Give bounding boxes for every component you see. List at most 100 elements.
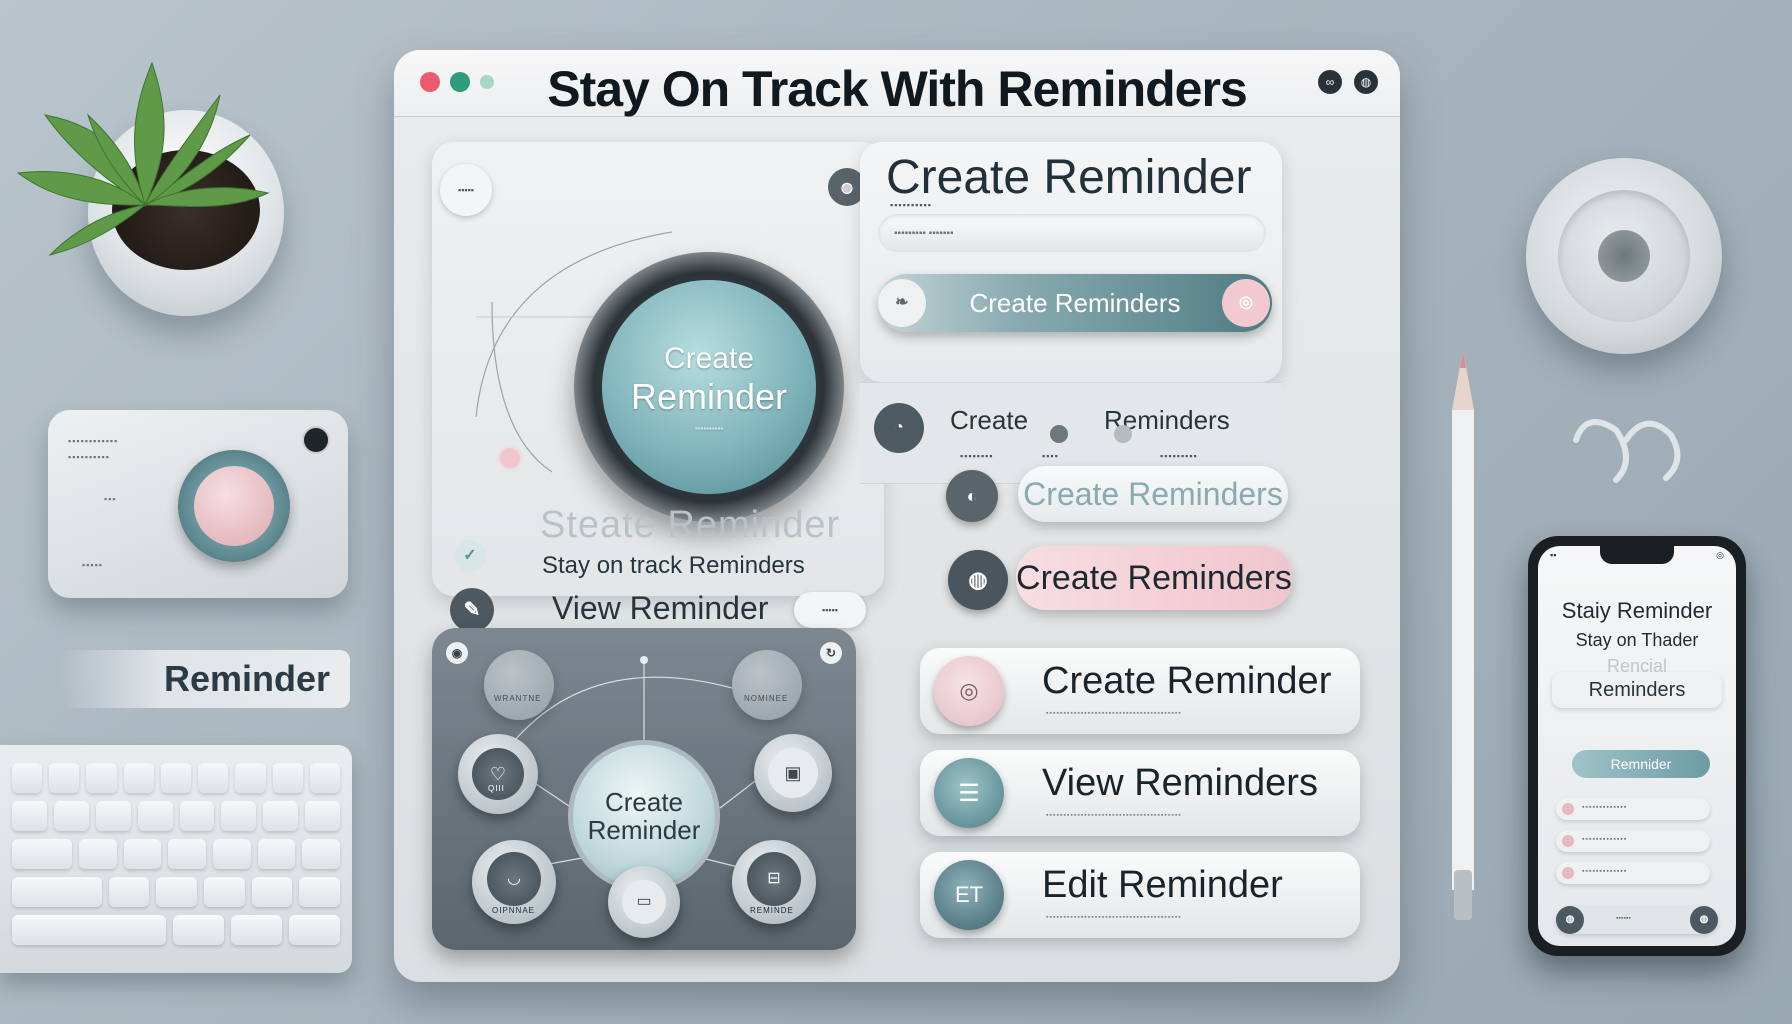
phone-left-icon[interactable]: ◍ <box>1556 906 1584 934</box>
earphones <box>1573 419 1681 483</box>
pencil-icon[interactable]: ✎ <box>450 588 494 632</box>
list-button-sub: ▪▪▪▪▪▪▪▪▪▪▪▪▪▪▪▪▪▪▪▪▪▪▪▪▪▪▪▪▪▪▪▪▪▪▪▪▪▪▪ <box>1046 710 1182 717</box>
key <box>123 839 162 869</box>
message-node[interactable]: ▭ <box>608 866 680 938</box>
key <box>213 839 251 869</box>
phone-status-left: ▪▪ <box>1550 550 1557 560</box>
key <box>12 915 166 945</box>
row-text: ▪▪▪▪▪▪▪▪▪▪▪▪▪ <box>1582 868 1628 875</box>
create-reminders-pill-pink[interactable]: Create Reminders <box>1016 546 1292 610</box>
refresh-icon[interactable]: ↻ <box>820 642 842 664</box>
smartphone: ▪▪ ◎ Staiy Reminder Stay on Thader Renci… <box>1528 536 1746 956</box>
list-button-sub: ▪▪▪▪▪▪▪▪▪▪▪▪▪▪▪▪▪▪▪▪▪▪▪▪▪▪▪▪▪▪▪▪▪▪▪▪▪▪▪ <box>1046 812 1182 819</box>
phone-list-row[interactable]: ▪▪▪▪▪▪▪▪▪▪▪▪▪ <box>1556 862 1710 884</box>
camera-label: ▪▪▪▪▪▪▪▪▪▪▪▪ <box>68 436 119 446</box>
top-left-pill[interactable]: ▪▪▪▪▪ <box>440 164 492 216</box>
key <box>95 801 131 831</box>
phone-bottom-bar[interactable]: ◍ ▪▪▪▪▪▪ ◍ <box>1556 906 1718 934</box>
icon-glyph: ET <box>954 882 984 907</box>
phone-reminder-button[interactable]: Remnider <box>1572 750 1710 778</box>
clock-icon: ◎ <box>934 656 1004 726</box>
phone-right-icon[interactable]: ◍ <box>1690 906 1718 934</box>
center-line1: Create <box>604 787 684 817</box>
archive-icon: ⊟ <box>747 852 801 906</box>
small-dot-icon <box>1114 425 1132 443</box>
calendar-node[interactable]: ▣ <box>754 734 832 812</box>
keyboard-row <box>12 839 340 869</box>
pill-label: Create Reminders <box>1016 558 1292 597</box>
calendar-icon: ▣ <box>768 748 818 798</box>
phone-reminders-card[interactable]: Reminders <box>1552 672 1722 708</box>
camera-label: ▪▪▪ <box>104 494 117 504</box>
icon-glyph: ☰ <box>958 779 980 807</box>
view-reminders-list-button[interactable]: ☰ View Reminders ▪▪▪▪▪▪▪▪▪▪▪▪▪▪▪▪▪▪▪▪▪▪▪… <box>920 750 1360 836</box>
big-button-line2: Reminder <box>630 375 788 417</box>
leaf-icon: ❧ <box>878 279 926 327</box>
subtitle-text: Stay on track Reminders <box>542 552 805 579</box>
archive-node[interactable]: ⊟ REMINDE <box>732 840 816 924</box>
key <box>12 839 73 869</box>
node-label: OIPNNAE <box>492 906 536 915</box>
node-label: REMINDE <box>750 906 794 915</box>
title-bar: Stay On Track With Reminders ∞ ◍ <box>394 50 1400 117</box>
key <box>172 915 224 945</box>
field-label: ▪▪▪▪▪▪▪▪▪▪ <box>890 200 932 210</box>
icon-glyph: ◎ <box>959 678 979 703</box>
lens-inner <box>194 466 274 546</box>
phone-notch <box>1600 546 1674 564</box>
key <box>12 801 47 831</box>
mindmap-node[interactable]: NOMINEE <box>732 650 802 720</box>
shield-node[interactable]: ♡ QIII <box>458 734 538 814</box>
node-label: NOMINEE <box>744 694 789 703</box>
phone-list-row[interactable]: ▪▪▪▪▪▪▪▪▪▪▪▪▪ <box>1556 798 1710 820</box>
key <box>86 763 117 793</box>
keyboard-row <box>12 763 340 793</box>
edit-reminder-list-button[interactable]: ET Edit Reminder ▪▪▪▪▪▪▪▪▪▪▪▪▪▪▪▪▪▪▪▪▪▪▪… <box>920 852 1360 938</box>
mindmap-node[interactable]: WRANTNE <box>484 650 554 720</box>
row-dot <box>1562 835 1574 847</box>
camera-flash-dot <box>302 426 330 454</box>
center-line2: Reminder <box>587 815 701 845</box>
shield-icon[interactable]: ◐ <box>946 470 998 522</box>
create-reminder-list-button[interactable]: ◎ Create Reminder ▪▪▪▪▪▪▪▪▪▪▪▪▪▪▪▪▪▪▪▪▪▪… <box>920 648 1360 734</box>
list-icon: ☰ <box>934 758 1004 828</box>
create-reminder-card: ▪▪▪▪▪ ◍ Create Reminder ▪▪▪▪▪▪▪▪▪▪ Steat… <box>432 142 884 632</box>
settings-icon[interactable]: ◉ <box>446 642 468 664</box>
record-icon[interactable]: ◔ <box>874 403 924 453</box>
create-reminders-label: Create Reminders <box>969 287 1181 318</box>
camera-label: ▪▪▪▪▪ <box>82 560 103 570</box>
reminder-mindmap-card: ◉ ↻ WRANTNE NOMINEE ♡ QIII Create Remind… <box>432 628 856 950</box>
key <box>299 877 340 907</box>
reminder-input[interactable] <box>878 214 1266 252</box>
create-reminders-button[interactable]: ❧ Create Reminders ◎ <box>878 274 1272 332</box>
key <box>168 839 207 869</box>
checkmark-icon: ✓ <box>454 540 486 572</box>
create-reminder-big-button[interactable]: Create Reminder ▪▪▪▪▪▪▪▪▪▪ <box>602 280 816 494</box>
bulb-icon[interactable]: ◍ <box>948 550 1008 610</box>
bell-node[interactable]: ◡ OIPNNAE <box>472 840 556 924</box>
list-button-label: View Reminders <box>1042 762 1318 804</box>
key <box>263 801 299 831</box>
phone-bottom-text: ▪▪▪▪▪▪ <box>1616 915 1631 922</box>
view-reminder-link[interactable]: View Reminder <box>552 590 768 627</box>
keyboard-row <box>12 877 340 907</box>
row-text: ▪▪▪▪▪▪▪▪▪▪▪▪▪ <box>1582 836 1628 843</box>
key <box>108 877 150 907</box>
key <box>198 763 229 793</box>
link-icon[interactable]: ∞ <box>1318 70 1342 94</box>
keyboard-row <box>12 915 341 945</box>
phone-status-right: ◎ <box>1716 550 1724 560</box>
create-reminders-pill-light[interactable]: Create Reminders <box>1018 466 1288 522</box>
phone-screen: ▪▪ ◎ Staiy Reminder Stay on Thader Renci… <box>1538 546 1736 946</box>
key <box>251 877 293 907</box>
view-pill-button[interactable]: ▪▪▪▪▪ <box>794 592 866 628</box>
keyboard <box>0 745 352 973</box>
key <box>305 801 340 831</box>
key <box>288 915 341 945</box>
key <box>235 763 266 793</box>
phone-list-row[interactable]: ▪▪▪▪▪▪▪▪▪▪▪▪▪ <box>1556 830 1710 852</box>
settings-icon[interactable]: ◍ <box>1354 70 1378 94</box>
summary-tiny: ▪▪▪▪ <box>1042 451 1059 461</box>
ghost-heading: Steate Reminder <box>540 504 841 546</box>
key <box>12 877 102 907</box>
